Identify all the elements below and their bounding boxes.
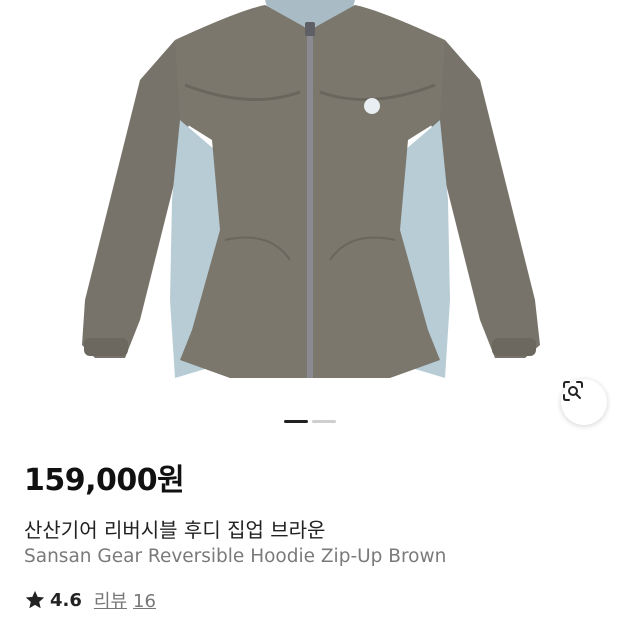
- rating-row: 4.6 리뷰 16: [24, 588, 156, 612]
- visual-search-icon: [563, 381, 583, 401]
- review-count: 16: [133, 591, 156, 612]
- gallery-dot[interactable]: [312, 420, 336, 423]
- star-icon: [25, 590, 45, 609]
- hoodie-illustration: [82, 0, 540, 378]
- product-image[interactable]: [0, 0, 620, 425]
- product-title-english: Sansan Gear Reversible Hoodie Zip-Up Bro…: [24, 546, 447, 567]
- review-label: 리뷰: [93, 591, 128, 612]
- review-link[interactable]: 리뷰 16: [94, 587, 156, 613]
- rating-value: 4.6: [50, 589, 82, 611]
- product-price: 159,000원: [24, 463, 185, 498]
- product-title-korean: 산산기어 리버시블 후디 집업 브라운: [24, 518, 326, 542]
- gallery-pagination: [0, 420, 620, 424]
- visual-search-button[interactable]: [561, 379, 607, 425]
- gallery-dot-active[interactable]: [284, 420, 308, 423]
